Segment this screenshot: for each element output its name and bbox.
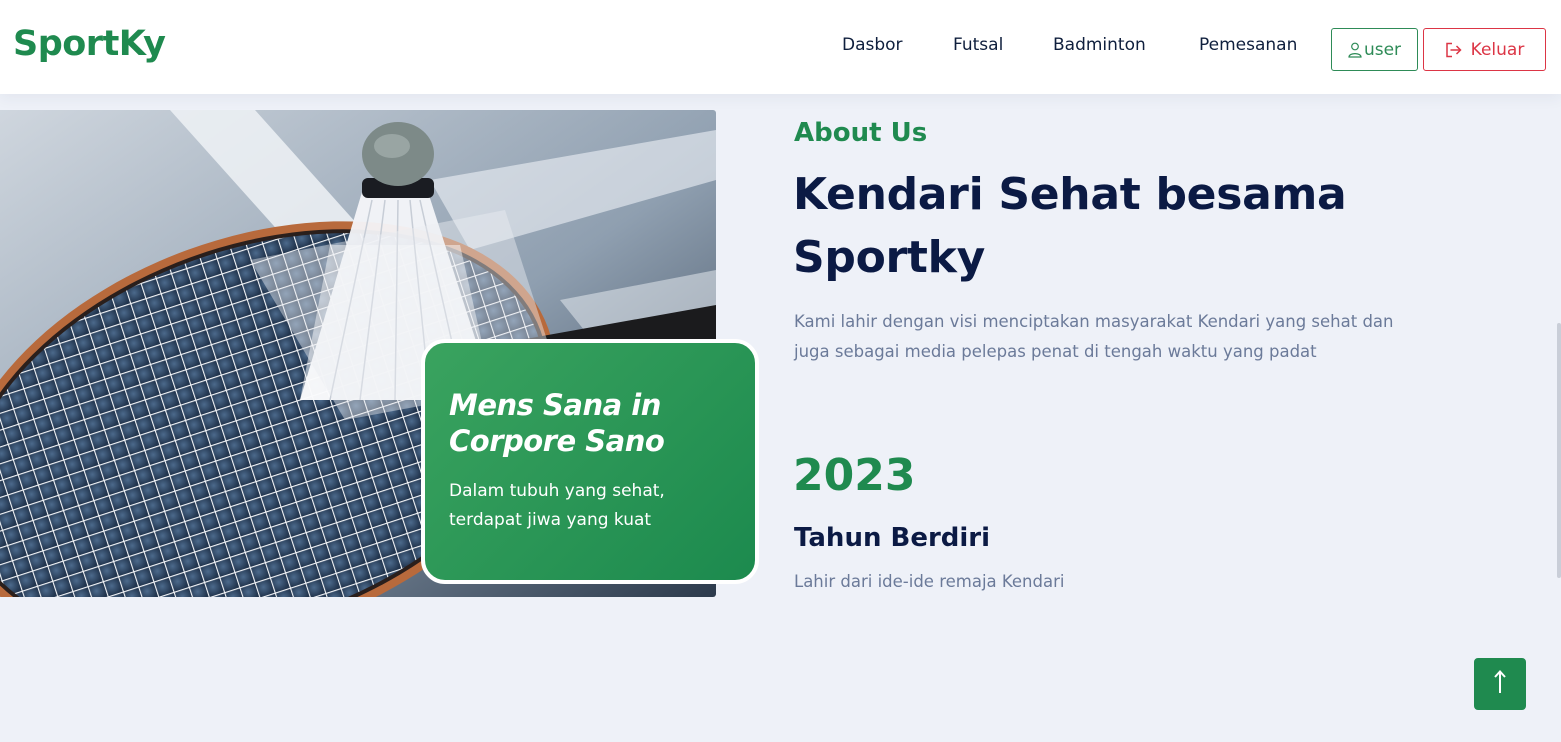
logout-icon <box>1445 42 1463 58</box>
section-description: Kami lahir dengan visi menciptakan masya… <box>794 312 1394 361</box>
user-icon <box>1348 42 1362 58</box>
logout-button-label: Keluar <box>1470 39 1525 60</box>
top-navbar: SportKy Dasbor Futsal Badminton Pemesana… <box>0 0 1561 94</box>
brand-logo[interactable]: SportKy <box>13 24 166 64</box>
page-scrollbar[interactable] <box>1557 323 1561 578</box>
nav-link-futsal[interactable]: Futsal <box>953 35 1003 55</box>
logout-button[interactable]: Keluar <box>1423 28 1546 71</box>
user-button[interactable]: user <box>1331 28 1418 71</box>
nav-link-badminton[interactable]: Badminton <box>1053 35 1146 55</box>
section-label: About Us <box>794 118 928 148</box>
stat-value: 2023 <box>793 450 916 501</box>
arrow-up-icon <box>1493 669 1507 699</box>
user-button-label: user <box>1363 39 1402 60</box>
section-heading: Kendari Sehat besama Sportky <box>793 169 1347 283</box>
back-to-top-button[interactable] <box>1474 658 1526 710</box>
motto-card: Mens Sana in Corpore Sano Dalam tubuh ya… <box>421 339 759 584</box>
nav-link-dasbor[interactable]: Dasbor <box>842 35 903 55</box>
nav-link-pemesanan[interactable]: Pemesanan <box>1199 35 1297 55</box>
motto-title: Mens Sana in Corpore Sano <box>449 388 665 458</box>
stat-description: Lahir dari ide-ide remaja Kendari <box>794 572 1065 591</box>
motto-subtitle: Dalam tubuh yang sehat, terdapat jiwa ya… <box>449 481 665 530</box>
stat-title: Tahun Berdiri <box>794 523 991 553</box>
